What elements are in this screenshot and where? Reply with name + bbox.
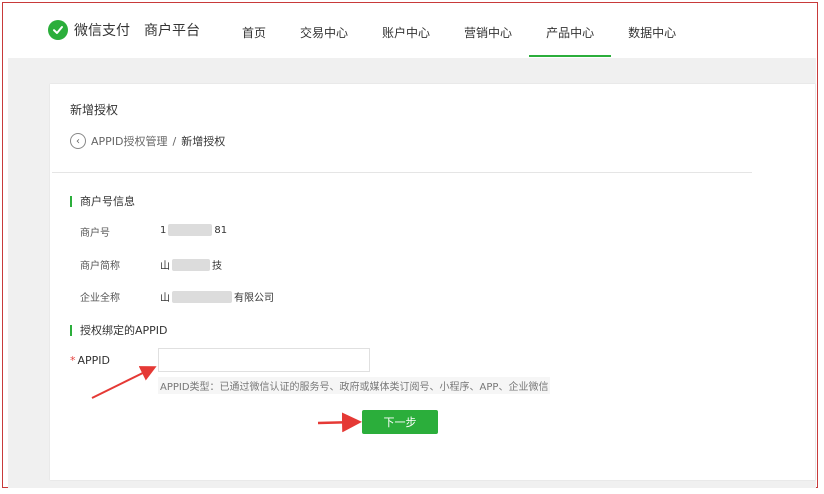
merchant-short-name-value: 山 技 — [160, 257, 222, 272]
merchant-id-prefix: 1 — [160, 224, 167, 236]
brand-subtitle: 商户平台 — [144, 23, 200, 39]
short-name-prefix: 山 — [160, 261, 170, 272]
breadcrumb: ‹ APPID授权管理 / 新增授权 — [70, 133, 225, 149]
required-mark: * — [70, 354, 76, 367]
appid-section-title: 授权绑定的APPID — [70, 322, 168, 338]
section-title-text: 授权绑定的APPID — [80, 324, 168, 337]
section-marker — [70, 324, 72, 336]
nav-products[interactable]: 产品中心 — [529, 4, 612, 57]
company-full-name-label: 企业全称 — [80, 293, 120, 304]
page-title: 新增授权 — [70, 103, 119, 117]
merchant-id-suffix: 81 — [214, 224, 228, 236]
nav-account[interactable]: 账户中心 — [365, 4, 447, 57]
redacted-text — [172, 258, 210, 271]
nav-marketing[interactable]: 营销中心 — [447, 4, 529, 57]
breadcrumb-parent-link[interactable]: APPID授权管理 — [91, 133, 168, 149]
breadcrumb-current: 新增授权 — [181, 135, 226, 148]
nav-transactions[interactable]: 交易中心 — [283, 4, 365, 57]
full-name-suffix: 有限公司 — [234, 293, 274, 304]
merchant-id-label: 商户号 — [80, 228, 110, 239]
back-arrow-icon[interactable]: ‹ — [70, 133, 86, 149]
appid-field-label: * APPID — [70, 354, 110, 367]
appid-hint: APPID类型：已通过微信认证的服务号、政府或媒体类订阅号、小程序、APP、企业… — [158, 377, 551, 394]
redacted-text — [172, 290, 232, 303]
appid-input[interactable] — [158, 348, 370, 372]
company-full-name-value: 山 有限公司 — [160, 289, 274, 304]
section-title-text: 商户号信息 — [80, 195, 135, 208]
redacted-text — [168, 224, 213, 236]
nav-home[interactable]: 首页 — [225, 4, 283, 57]
next-step-button[interactable]: 下一步 — [362, 410, 438, 434]
main-nav: 首页 交易中心 账户中心 营销中心 产品中心 数据中心 — [225, 4, 693, 57]
nav-data[interactable]: 数据中心 — [611, 4, 693, 57]
full-name-prefix: 山 — [160, 293, 170, 304]
wechat-pay-check-icon — [48, 20, 68, 40]
breadcrumb-separator: / — [172, 134, 177, 148]
brand-logo[interactable]: 微信支付 商户平台 — [48, 20, 200, 40]
brand-name: 微信支付 — [74, 23, 130, 39]
section-marker — [70, 195, 72, 207]
short-name-suffix: 技 — [212, 261, 222, 272]
merchant-short-name-label: 商户简称 — [80, 261, 120, 272]
merchant-id-value: 1 81 — [160, 224, 227, 236]
appid-label-text: APPID — [77, 354, 111, 367]
divider — [52, 172, 752, 173]
merchant-info-section-title: 商户号信息 — [70, 193, 135, 209]
